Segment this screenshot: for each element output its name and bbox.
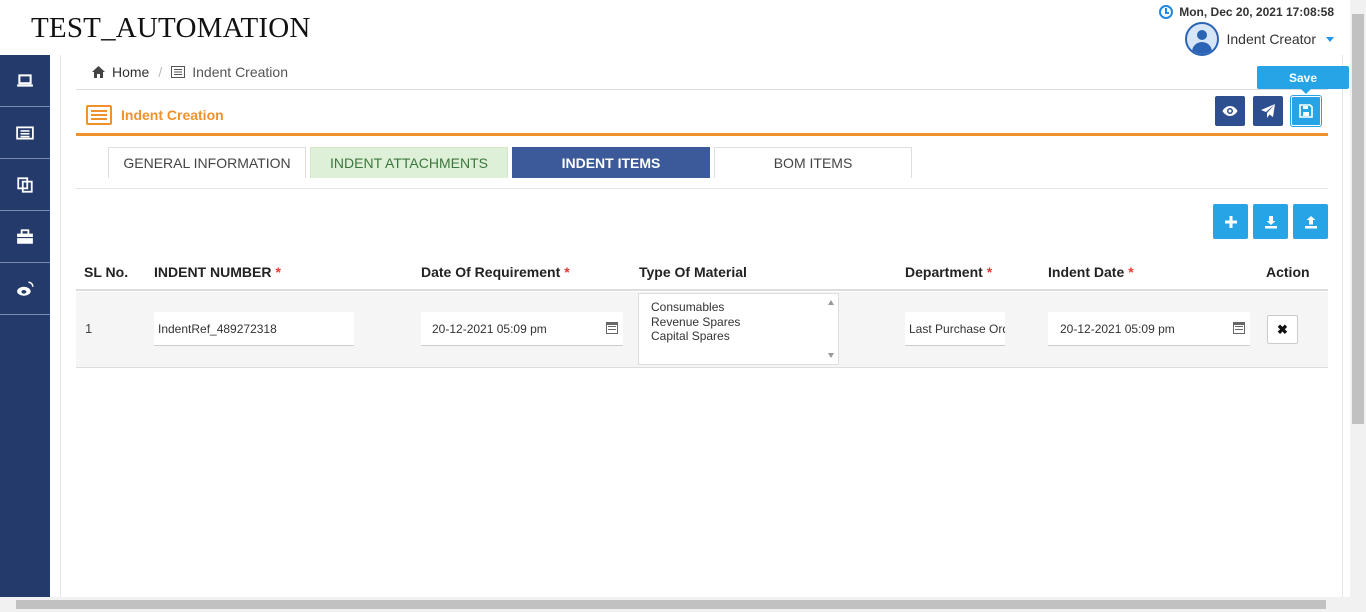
tabs-divider [76, 188, 1328, 189]
tab-general-information[interactable]: GENERAL INFORMATION [108, 147, 306, 178]
calendar-icon[interactable] [606, 322, 618, 334]
user-name[interactable]: Indent Creator [1227, 31, 1317, 47]
add-row-button[interactable] [1213, 204, 1248, 239]
weibo-icon [17, 280, 34, 296]
required-marker: * [275, 264, 281, 280]
clock-icon [1159, 5, 1174, 19]
col-indent-date: Indent Date * [1048, 264, 1134, 280]
scroll-up-arrow-icon[interactable] [828, 300, 834, 305]
breadcrumb-current: Indent Creation [192, 64, 288, 80]
divider [76, 89, 1328, 90]
date-of-requirement-field[interactable]: 20-12-2021 05:09 pm [421, 312, 623, 346]
tab-bar: GENERAL INFORMATION INDENT ATTACHMENTS I… [108, 147, 912, 178]
date-of-requirement-value: 20-12-2021 05:09 pm [432, 321, 547, 336]
plus-icon [1224, 215, 1237, 228]
col-action: Action [1266, 264, 1310, 280]
floppy-disk-icon [1299, 104, 1313, 118]
col-type-of-material: Type Of Material [639, 264, 747, 280]
close-icon: ✖ [1277, 321, 1288, 337]
upload-icon [1304, 215, 1317, 228]
upload-button[interactable] [1293, 204, 1328, 239]
breadcrumb-home[interactable]: Home [112, 64, 149, 80]
save-button[interactable] [1291, 96, 1321, 126]
paper-plane-icon [1261, 104, 1275, 118]
horizontal-scrollbar-thumb[interactable] [16, 600, 1326, 609]
sidebar-item-weibo[interactable] [0, 263, 50, 315]
horizontal-scrollbar[interactable] [0, 597, 1366, 612]
delete-row-button[interactable]: ✖ [1267, 315, 1298, 344]
col-indent-number-label: INDENT NUMBER [154, 264, 272, 280]
tab-indent-attachments[interactable]: INDENT ATTACHMENTS [310, 147, 508, 178]
page-title: Indent Creation [121, 107, 224, 123]
breadcrumb: Home / Indent Creation [92, 64, 288, 80]
type-of-material-select[interactable]: Consumables Revenue Spares Capital Spare… [638, 293, 839, 365]
app-title: TEST_AUTOMATION [31, 12, 311, 44]
breadcrumb-separator: / [158, 64, 163, 80]
sidebar-item-copy[interactable] [0, 159, 50, 211]
sidebar-item-list[interactable] [0, 107, 50, 159]
department-field[interactable]: Last Purchase Ord [905, 312, 1005, 346]
col-department-label: Department [905, 264, 983, 280]
vertical-scrollbar[interactable] [1350, 0, 1366, 597]
copy-icon [17, 176, 33, 193]
download-icon [1264, 215, 1277, 228]
tab-indent-items[interactable]: INDENT ITEMS [512, 147, 710, 178]
preview-button[interactable] [1215, 96, 1245, 126]
datetime-display: Mon, Dec 20, 2021 17:08:58 [1159, 5, 1334, 19]
download-button[interactable] [1253, 204, 1288, 239]
submit-button[interactable] [1253, 96, 1283, 126]
list-icon [16, 125, 34, 140]
col-date-of-requirement: Date Of Requirement * [421, 264, 570, 280]
eye-icon [1222, 106, 1238, 116]
required-marker: * [1128, 264, 1134, 280]
indent-number-field[interactable]: IndentRef_489272318 [154, 312, 354, 346]
col-indent-date-label: Indent Date [1048, 264, 1125, 280]
sidebar-item-briefcase[interactable] [0, 211, 50, 263]
col-sl-no: SL No. [84, 264, 129, 280]
list-alt-icon [171, 66, 186, 78]
required-marker: * [986, 264, 993, 280]
cell-sl-no: 1 [85, 321, 93, 336]
tab-bom-items[interactable]: BOM ITEMS [714, 147, 912, 178]
briefcase-icon [17, 228, 33, 244]
material-option[interactable]: Capital Spares [651, 329, 838, 344]
sidebar-item-dashboard[interactable] [0, 55, 50, 107]
scroll-down-arrow-icon[interactable] [828, 353, 834, 358]
page-header: Indent Creation [76, 96, 1328, 136]
chevron-down-icon[interactable] [1326, 36, 1334, 42]
indent-date-field[interactable]: 20-12-2021 05:09 pm [1048, 312, 1250, 346]
table-row: 1 IndentRef_489272318 20-12-2021 05:09 p… [76, 292, 1328, 368]
save-tooltip: Save [1257, 66, 1349, 94]
sidebar [0, 55, 50, 597]
indent-date-value: 20-12-2021 05:09 pm [1060, 321, 1175, 336]
datetime-text: Mon, Dec 20, 2021 17:08:58 [1179, 5, 1334, 19]
col-department: Department * [905, 264, 992, 280]
avatar-icon [1184, 22, 1219, 56]
user-menu[interactable]: Indent Creator [1184, 22, 1334, 56]
material-option[interactable]: Revenue Spares [651, 315, 838, 330]
table-header: SL No. INDENT NUMBER * Date Of Requiremen… [76, 256, 1328, 291]
list-alt-icon [86, 105, 112, 125]
material-option[interactable]: Consumables [651, 300, 838, 315]
col-date-of-requirement-label: Date Of Requirement [421, 264, 561, 280]
laptop-icon [17, 73, 33, 87]
col-indent-number: INDENT NUMBER * [154, 264, 281, 280]
vertical-scrollbar-thumb[interactable] [1352, 14, 1364, 424]
required-marker: * [564, 264, 570, 280]
calendar-icon[interactable] [1233, 322, 1245, 334]
home-icon [92, 66, 105, 78]
